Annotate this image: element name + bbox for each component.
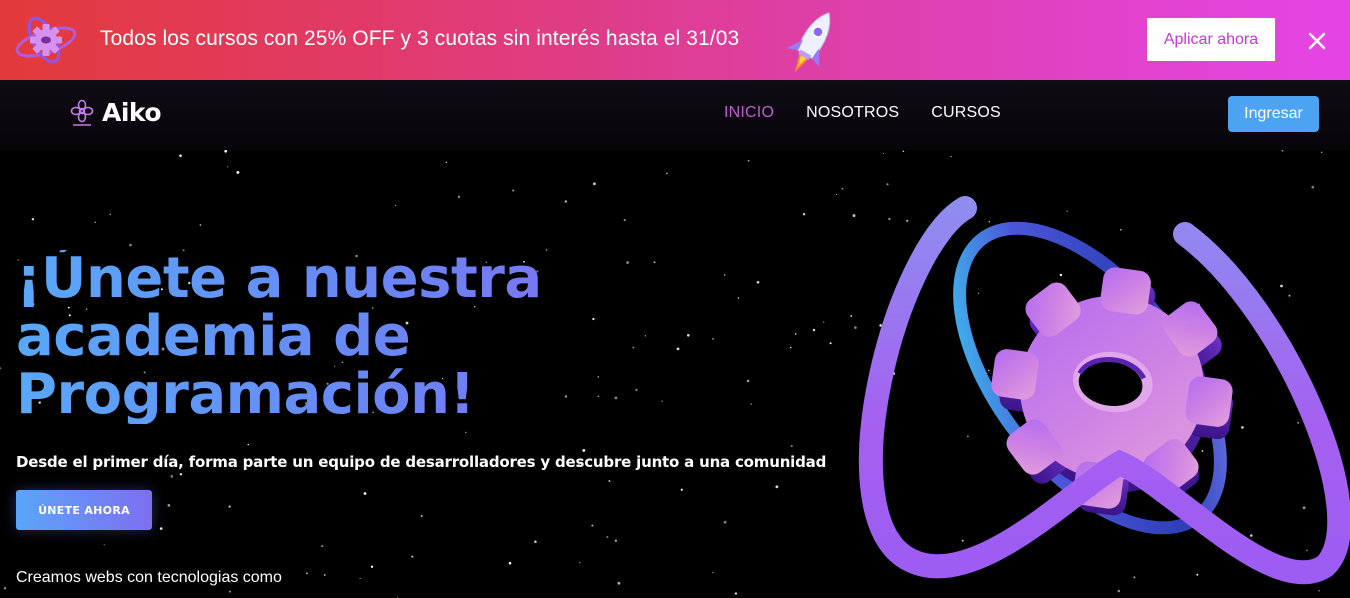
rocket-icon: [786, 12, 831, 72]
nav-link-nosotros[interactable]: NOSOTROS: [806, 104, 899, 122]
atom-gear-illustration: [858, 196, 1350, 585]
brand-name: Aiko: [102, 98, 162, 127]
promo-banner: Todos los cursos con 25% OFF y 3 cuotas …: [0, 0, 1350, 80]
navbar: Aiko INICIO NOSOTROS CURSOS Ingresar: [0, 80, 1350, 150]
nav-link-inicio[interactable]: INICIO: [724, 104, 774, 122]
join-now-button[interactable]: ÚNETE AHORA: [16, 490, 152, 530]
hero-subtitle: Desde el primer día, forma parte un equi…: [16, 453, 827, 471]
nav-links: INICIO NOSOTROS CURSOS: [724, 104, 1001, 122]
brand[interactable]: Aiko: [70, 98, 162, 127]
hero-title-line-3: Programación!: [16, 362, 475, 427]
login-button[interactable]: Ingresar: [1228, 96, 1319, 132]
nav-link-cursos[interactable]: CURSOS: [931, 104, 1001, 122]
hero-title-line-2: academia de: [16, 304, 411, 369]
promo-text: Todos los cursos con 25% OFF y 3 cuotas …: [100, 27, 740, 50]
hero-section: ¡Únete a nuestra academia de Programació…: [0, 150, 1350, 598]
atom-gear-icon: [15, 16, 77, 64]
close-icon[interactable]: [1304, 28, 1330, 54]
apply-now-button[interactable]: Aplicar ahora: [1147, 18, 1275, 61]
technologies-caption: Creamos webs con tecnologias como: [16, 569, 282, 586]
hero-title: ¡Únete a nuestra academia de Programació…: [16, 250, 716, 424]
flower-logo-icon: [70, 99, 94, 126]
hero-title-line-1: ¡Únete a nuestra: [16, 246, 542, 311]
